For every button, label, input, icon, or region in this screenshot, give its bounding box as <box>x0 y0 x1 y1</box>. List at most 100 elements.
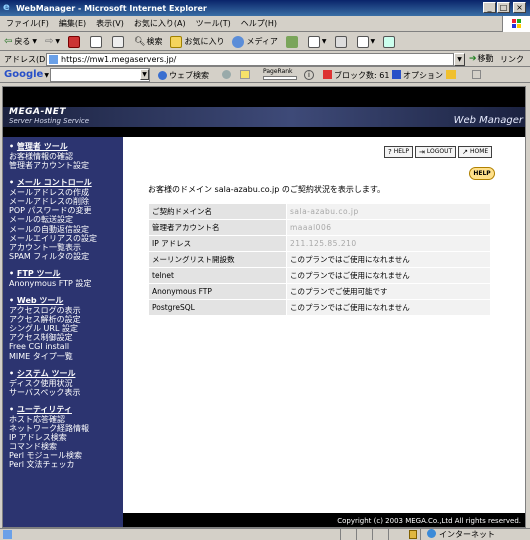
windows-logo-icon <box>502 16 530 32</box>
sidebar-item[interactable]: サーバスペック表示 <box>9 388 123 397</box>
sidebar-item[interactable]: Anonymous FTP 設定 <box>9 279 123 288</box>
forward-button[interactable]: ⇨ ▼ <box>45 36 60 47</box>
google-logo-text: Google <box>4 69 44 80</box>
address-input[interactable]: https://mw1.megaservers.jp/ <box>46 53 454 66</box>
sidebar-item[interactable]: Perl モジュール検索 <box>9 451 123 460</box>
zone-label: インターネット <box>439 530 495 539</box>
row-value: このプランではご使用になれません <box>287 268 490 283</box>
address-dropdown-button[interactable]: ▼ <box>454 53 465 66</box>
history-button[interactable] <box>285 35 300 48</box>
globe-icon <box>427 529 436 538</box>
sidebar-section-label: Web ツール <box>16 296 64 306</box>
sidebar-item[interactable]: メールアドレスの作成 <box>9 188 123 197</box>
row-label: ご契約ドメイン名 <box>149 204 286 219</box>
forward-arrow-icon: ⇨ <box>45 36 54 47</box>
discuss-button[interactable] <box>383 35 397 48</box>
brand-subtitle: Server Hosting Service <box>9 117 90 125</box>
bullet-icon: • <box>9 368 17 378</box>
status-cell-4 <box>388 529 404 540</box>
sidebar-item[interactable]: メールアドレスの削除 <box>9 197 123 206</box>
site-search-icon[interactable] <box>222 70 231 79</box>
minimize-button[interactable]: _ <box>483 2 496 13</box>
menu-bar: ファイル(F) 編集(E) 表示(V) お気に入り(A) ツール(T) ヘルプ(… <box>0 16 530 32</box>
sidebar-item[interactable]: メールの転送設定 <box>9 215 123 224</box>
maximize-button[interactable]: □ <box>497 2 510 13</box>
sidebar-item[interactable]: アクセス解析の設定 <box>9 315 123 324</box>
sidebar-section-label: システム ツール <box>16 368 76 378</box>
favorites-label: お気に入り <box>184 37 225 46</box>
window-title: WebManager - Microsoft Internet Explorer <box>16 3 207 13</box>
menu-tools[interactable]: ツール(T) <box>196 18 231 29</box>
mail-button[interactable]: ▼ <box>307 35 327 48</box>
print-button[interactable] <box>334 35 349 48</box>
pencil-icon[interactable] <box>472 70 481 79</box>
toolbar: ⇦ 戻る ▼ ⇨ ▼ 🔍︎ 検索 お気に入り メディア ▼ ▼ <box>0 33 530 51</box>
sidebar-item[interactable]: 管理者アカウント設定 <box>9 161 123 170</box>
options-label: オプション <box>403 71 443 80</box>
close-button[interactable]: × <box>513 2 526 13</box>
edit-button[interactable]: ▼ <box>356 35 375 48</box>
favorites-button[interactable]: お気に入り <box>170 35 225 48</box>
sidebar-item[interactable]: アクセスログの表示 <box>9 306 123 315</box>
sidebar-item[interactable]: Free CGI install <box>9 342 123 351</box>
logout-button[interactable]: ⇥ LOGOUT <box>414 146 457 158</box>
info-icon[interactable]: i <box>304 70 314 80</box>
back-button[interactable]: ⇦ 戻る ▼ <box>4 36 37 47</box>
go-label: 移動 <box>477 54 494 63</box>
sidebar-item[interactable]: シングル URL 設定 <box>9 324 123 333</box>
sidebar-item[interactable]: メールの自動返信設定 <box>9 225 123 234</box>
home-arrow-icon: ↗ <box>462 148 469 156</box>
media-button[interactable]: メディア <box>232 35 278 48</box>
help-nav-button[interactable]: ? HELP <box>384 146 413 158</box>
menu-file[interactable]: ファイル(F) <box>6 18 49 29</box>
address-label: アドレス(D) <box>4 54 49 64</box>
sidebar-section-title: • メール コントロール <box>9 177 123 188</box>
options-button[interactable]: オプション <box>392 70 443 81</box>
sidebar-item[interactable]: Perl 文法チェッカ <box>9 460 123 469</box>
links-button[interactable]: リンク <box>500 54 524 65</box>
search-button[interactable]: 🔍︎ 検索 <box>134 36 162 47</box>
pagerank-indicator: PageRank <box>263 68 297 80</box>
page-icon <box>49 55 58 64</box>
copyright-text: Copyright (c) 2003 MEGA.Co.,Ltd All righ… <box>337 517 521 525</box>
web-manager-title: Web Manager <box>453 115 523 126</box>
sidebar-item[interactable]: MIME タイプ一覧 <box>9 352 123 361</box>
row-value: 211.125.85.210 <box>287 236 490 251</box>
go-button[interactable]: ➔ 移動 <box>469 53 494 64</box>
refresh-button[interactable] <box>90 35 104 48</box>
home-toolbar-button[interactable] <box>112 35 126 48</box>
google-logo[interactable]: Google▼ <box>4 69 49 80</box>
sidebar-item[interactable]: アクセス制御設定 <box>9 333 123 342</box>
sidebar-item[interactable]: メールエイリアスの設定 <box>9 234 123 243</box>
stop-button[interactable] <box>68 35 82 48</box>
internet-zone: インターネット <box>427 529 495 540</box>
bullet-icon: • <box>9 142 17 151</box>
brand-logo[interactable]: MEGA-NET <box>9 107 66 117</box>
title-bar: e WebManager - Microsoft Internet Explor… <box>0 0 530 16</box>
bookmark-icon[interactable] <box>446 70 456 79</box>
sidebar-item[interactable]: SPAM フィルタの設定 <box>9 252 123 261</box>
menu-view[interactable]: 表示(V) <box>96 18 124 29</box>
popup-blocker[interactable]: ブロック数: 61 <box>323 70 389 81</box>
discuss-icon <box>383 35 396 48</box>
sidebar-item[interactable]: ホスト応答確認 <box>9 415 123 424</box>
menu-help[interactable]: ヘルプ(H) <box>241 18 277 29</box>
google-search-input[interactable] <box>50 68 150 82</box>
menu-edit[interactable]: 編集(E) <box>59 18 86 29</box>
menu-favorites[interactable]: お気に入り(A) <box>134 18 186 29</box>
favorites-icon <box>170 35 183 48</box>
highlight-icon[interactable] <box>240 70 250 79</box>
google-search-dropdown[interactable]: ▼ <box>140 69 149 80</box>
logout-label: LOGOUT <box>426 148 453 155</box>
home-nav-button[interactable]: ↗ HOME <box>458 146 493 158</box>
help-nav-label: HELP <box>393 148 409 155</box>
sidebar-item[interactable]: ネットワーク経路情報 <box>9 424 123 433</box>
web-search-label: ウェブ検索 <box>169 71 209 80</box>
sidebar-item[interactable]: アカウント一覧表示 <box>9 243 123 252</box>
sidebar-item[interactable]: IP アドレス検索 <box>9 433 123 442</box>
sidebar-item[interactable]: コマンド検索 <box>9 442 123 451</box>
help-badge[interactable]: HELP <box>469 167 495 180</box>
web-search-button[interactable]: ウェブ検索 <box>158 70 209 81</box>
sidebar-item[interactable]: お客様情報の確認 <box>9 152 123 161</box>
sidebar-item[interactable]: ディスク使用状況 <box>9 379 123 388</box>
